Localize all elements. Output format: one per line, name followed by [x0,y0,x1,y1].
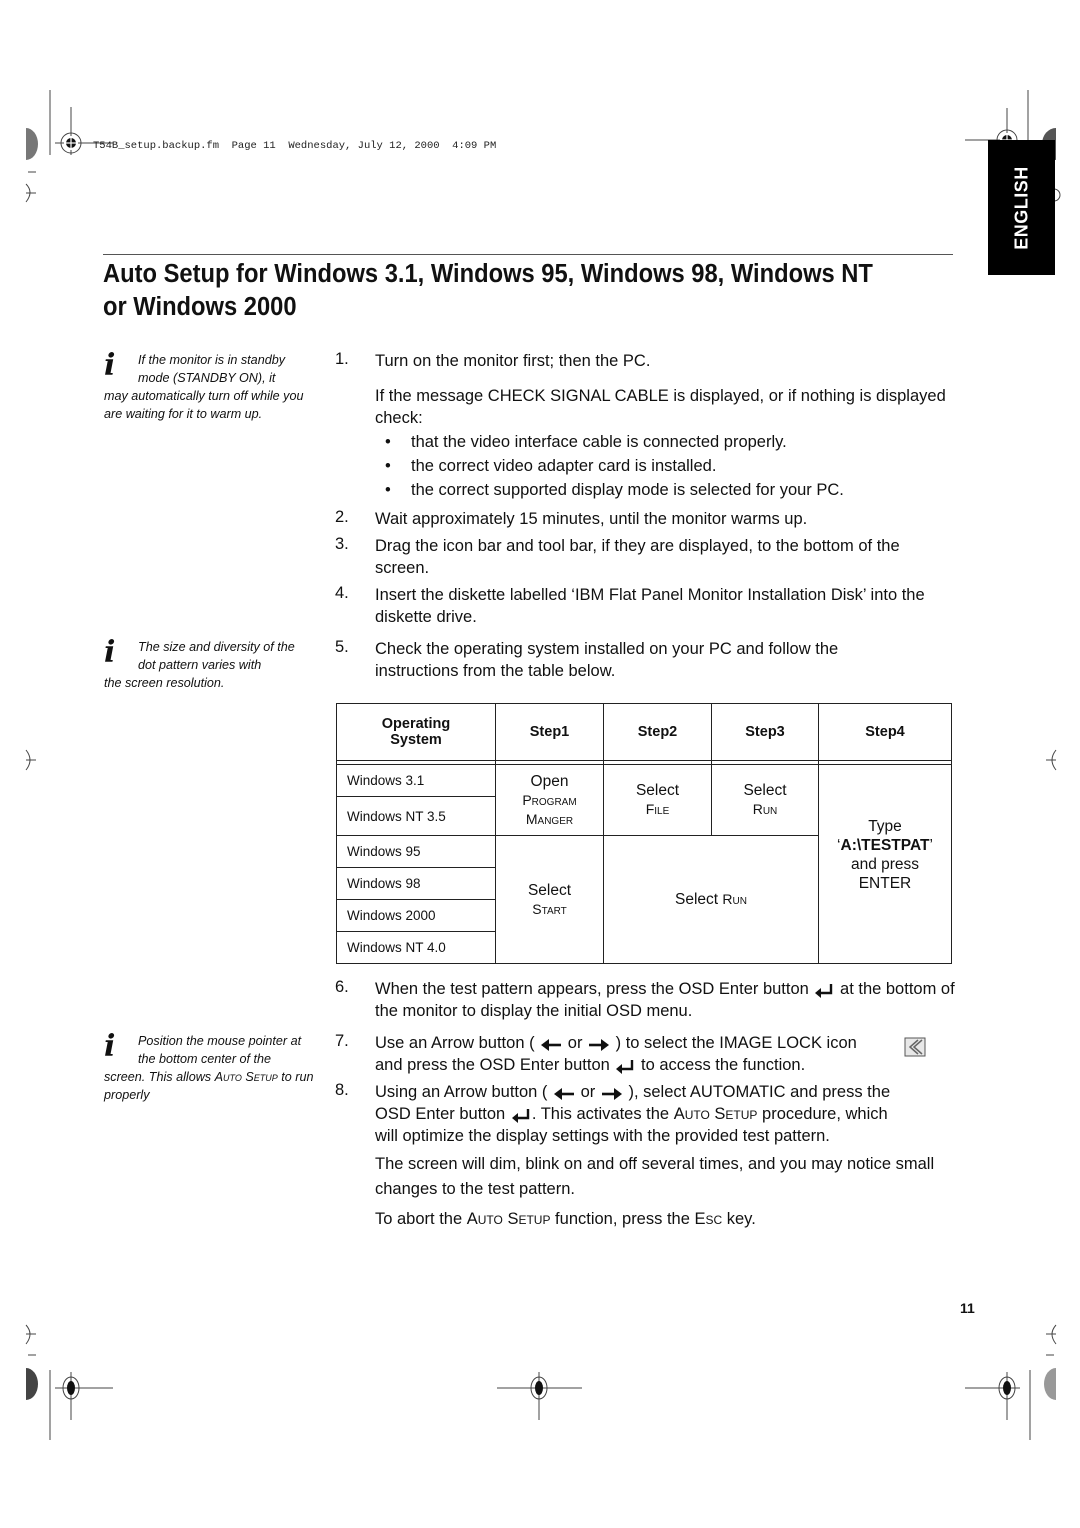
bullet-dot: • [385,481,391,499]
step-number: 8. [335,1081,349,1099]
step-number: 2. [335,508,349,526]
bullet-dot: • [385,433,391,451]
info-icon: i [104,1029,116,1064]
header-operating-system: Operating System [336,703,496,761]
dim-blink-paragraph: The screen will dim, blink on and off se… [375,1155,935,1198]
note-text-first: The size and diversity of the dot patter… [138,640,295,672]
info-icon: i [104,348,116,383]
os-cell: Windows 95 [336,835,496,868]
info-icon: i [104,635,116,670]
step2-cell-file: Select File [603,764,712,836]
language-tab: ENGLISH [988,140,1055,275]
title-rule [103,254,953,255]
step4-cell-testpat: Type ‘A:\TESTPAT’ and press ENTER [818,764,952,964]
note-text-rest: may automatically turn off while you are… [104,389,304,421]
table-header-row: Operating System Step1 Step2 Step3 Step4 [336,703,952,761]
margin-note-dot-pattern: i The size and diversity of the dot patt… [104,638,314,692]
step-2-text: Wait approximately 15 minutes, until the… [375,510,808,528]
left-arrow-icon [541,1038,562,1051]
abort-paragraph: To abort the Auto Setup function, press … [375,1210,756,1228]
file-info-header: T54B_setup.backup.fm Page 11 Wednesday, … [93,140,497,152]
header-step4: Step4 [818,703,952,761]
margin-note-standby: i If the monitor is in standby mode (STA… [104,351,314,423]
table-row: Windows 3.1 Open Program Manger Select File… [336,764,952,964]
bullet-item: that the video interface cable is connec… [411,433,787,451]
step-number: 3. [335,535,349,553]
step-number: 1. [335,350,349,368]
note-text-first: Position the mouse pointer at the bottom… [138,1034,302,1066]
note-text-first: If the monitor is in standby mode (STAND… [138,353,285,385]
right-arrow-icon [589,1038,610,1051]
enter-key-icon [511,1108,530,1123]
step-number: 7. [335,1032,349,1050]
step3-cell-run: Select Run [711,764,819,836]
step1-cell-start: Select Start [495,835,604,964]
step23-cell-run: Select Run [603,835,819,964]
step-6-text: When the test pattern appears, press the… [375,980,955,1020]
enter-key-icon [616,1059,634,1074]
image-lock-icon [904,1037,926,1057]
language-tab-label: ENGLISH [1011,165,1031,250]
step-number: 5. [335,638,349,656]
note-text-rest: screen. This allows Auto Setup to run pr… [104,1070,314,1102]
step-1-paragraph: If the message CHECK SIGNAL CABLE is dis… [375,387,946,427]
os-cell: Windows NT 3.5 [336,796,496,836]
right-arrow-icon [601,1087,622,1100]
os-cell: Windows NT 4.0 [336,931,496,964]
step-4-text: Insert the diskette labelled ‘IBM Flat P… [375,586,925,626]
margin-note-mouse-pointer: i Position the mouse pointer at the bott… [104,1032,314,1104]
left-arrow-icon [554,1087,575,1100]
os-instructions-table: Operating System Step1 Step2 Step3 Step4 … [336,703,952,964]
os-cell: Windows 2000 [336,899,496,932]
bullet-item: the correct supported display mode is se… [411,481,844,499]
step-5-text: Check the operating system installed on … [375,640,839,680]
page-title: Auto Setup for Windows 3.1, Windows 95, … [103,260,873,321]
header-step1: Step1 [495,703,604,761]
step-number: 6. [335,978,349,996]
os-cell: Windows 98 [336,867,496,900]
step1-cell-program-manager: Open Program Manger [495,764,604,836]
header-step2: Step2 [603,703,712,761]
os-cell: Windows 3.1 [336,764,496,797]
step-number: 4. [335,584,349,602]
note-text-rest: the screen resolution. [104,676,225,690]
bullet-item: the correct video adapter card is instal… [411,457,717,475]
step-7-text: Use an Arrow button ( or ) to select the… [375,1034,857,1074]
enter-key-icon [815,983,833,998]
step-8-text: Using an Arrow button ( or ), select AUT… [375,1083,891,1145]
page-number: 11 [960,1300,975,1316]
bullet-dot: • [385,457,391,475]
step-3-text: Drag the icon bar and tool bar, if they … [375,537,900,577]
step-1-text: Turn on the monitor first; then the PC. [375,352,651,370]
header-step3: Step3 [711,703,819,761]
